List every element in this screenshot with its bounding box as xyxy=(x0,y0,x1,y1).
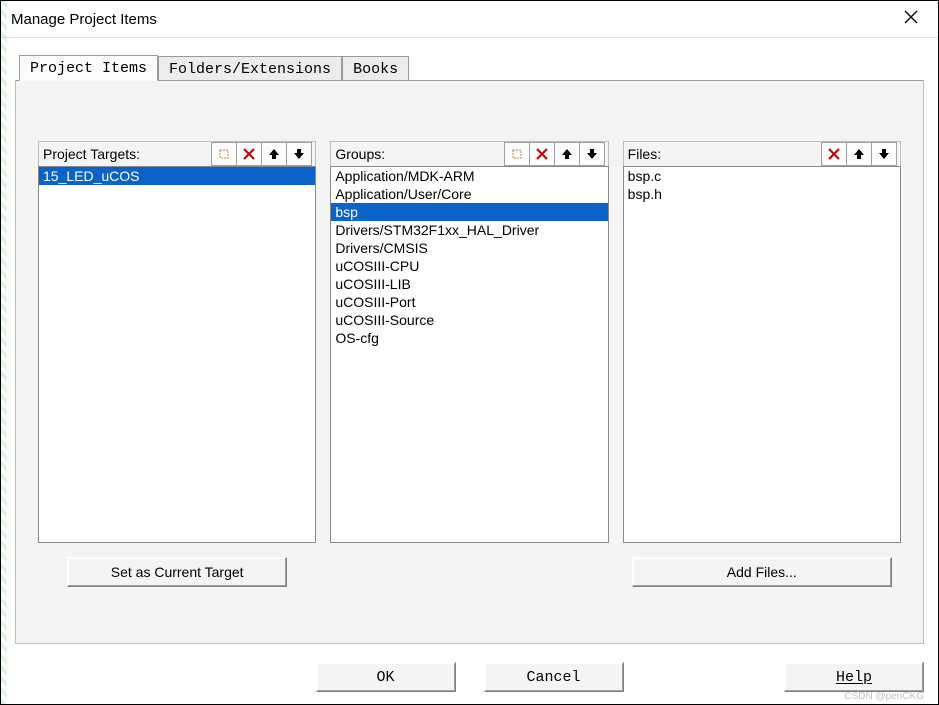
targets-header-row: Project Targets: xyxy=(38,141,316,166)
files-header: Files: xyxy=(628,146,822,162)
list-item[interactable]: 15_LED_uCOS xyxy=(39,167,315,185)
tab-folders-extensions[interactable]: Folders/Extensions xyxy=(158,56,342,81)
tab-panel: Project Targets: 15_LED_uCOS xyxy=(15,80,924,644)
tab-project-items[interactable]: Project Items xyxy=(19,55,158,81)
files-move-down-icon[interactable] xyxy=(871,142,897,166)
under-row: Set as Current Target Add Files... xyxy=(16,543,923,587)
close-icon[interactable] xyxy=(894,4,928,35)
list-item[interactable]: Drivers/CMSIS xyxy=(331,239,607,257)
add-files-button[interactable]: Add Files... xyxy=(632,557,892,587)
dialog-window: Manage Project Items Project Items Folde… xyxy=(0,0,939,705)
tab-books[interactable]: Books xyxy=(342,56,409,81)
groups-new-icon[interactable] xyxy=(504,142,530,166)
list-item[interactable]: bsp xyxy=(331,203,607,221)
groups-column: Groups: Application/MDK-ARMAppli xyxy=(330,141,608,543)
groups-header-row: Groups: xyxy=(330,141,608,166)
files-delete-icon[interactable] xyxy=(821,142,847,166)
list-item[interactable]: bsp.c xyxy=(624,167,900,185)
decorative-edge xyxy=(1,1,7,704)
list-item[interactable]: uCOSIII-LIB xyxy=(331,275,607,293)
list-item[interactable]: uCOSIII-Port xyxy=(331,293,607,311)
files-header-row: Files: xyxy=(623,141,901,166)
list-item[interactable]: Drivers/STM32F1xx_HAL_Driver xyxy=(331,221,607,239)
targets-move-up-icon[interactable] xyxy=(261,142,287,166)
groups-header: Groups: xyxy=(335,146,504,162)
list-item[interactable]: Application/User/Core xyxy=(331,185,607,203)
list-item[interactable]: bsp.h xyxy=(624,185,900,203)
list-item[interactable]: uCOSIII-Source xyxy=(331,311,607,329)
titlebar: Manage Project Items xyxy=(1,1,938,38)
ok-button[interactable]: OK xyxy=(316,662,456,692)
targets-column: Project Targets: 15_LED_uCOS xyxy=(38,141,316,543)
cancel-button[interactable]: Cancel xyxy=(484,662,624,692)
targets-move-down-icon[interactable] xyxy=(286,142,312,166)
list-item[interactable]: OS-cfg xyxy=(331,329,607,347)
groups-delete-icon[interactable] xyxy=(529,142,555,166)
files-list[interactable]: bsp.cbsp.h xyxy=(623,166,901,543)
targets-new-icon[interactable] xyxy=(211,142,237,166)
set-current-target-button[interactable]: Set as Current Target xyxy=(67,557,287,587)
groups-list[interactable]: Application/MDK-ARMApplication/User/Core… xyxy=(330,166,608,543)
targets-list[interactable]: 15_LED_uCOS xyxy=(38,166,316,543)
targets-delete-icon[interactable] xyxy=(236,142,262,166)
groups-move-up-icon[interactable] xyxy=(554,142,580,166)
list-item[interactable]: uCOSIII-CPU xyxy=(331,257,607,275)
targets-header: Project Targets: xyxy=(43,146,212,162)
help-button[interactable]: Help xyxy=(784,662,924,692)
tab-strip: Project Items Folders/Extensions Books xyxy=(19,52,938,80)
footer: OK Cancel Help xyxy=(15,662,924,692)
files-column: Files: bsp.cbsp.h xyxy=(623,141,901,543)
window-title: Manage Project Items xyxy=(11,11,894,28)
files-move-up-icon[interactable] xyxy=(846,142,872,166)
watermark: CSDN @penCKG xyxy=(844,691,924,702)
groups-move-down-icon[interactable] xyxy=(579,142,605,166)
list-item[interactable]: Application/MDK-ARM xyxy=(331,167,607,185)
